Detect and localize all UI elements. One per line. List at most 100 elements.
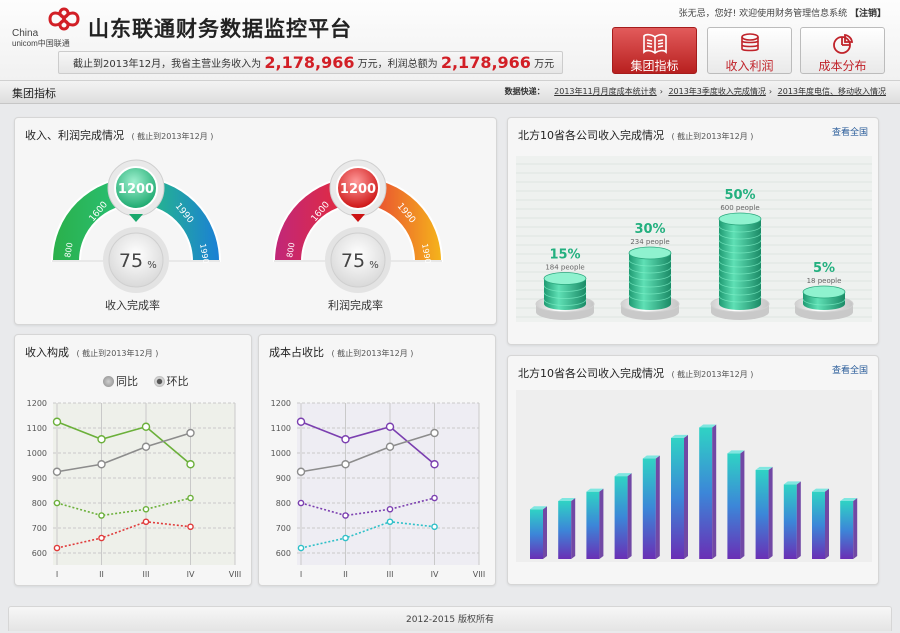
y-tick-label: 700 (276, 524, 291, 533)
quick-link-2[interactable]: 2013年3季度收入完成情况 (668, 87, 765, 96)
cylinder-top (543, 272, 587, 285)
cylinder-top (628, 246, 672, 260)
data-point (52, 467, 62, 476)
data-point (52, 417, 62, 426)
data-point (297, 544, 305, 552)
data-point (186, 460, 195, 469)
data-point (186, 428, 195, 438)
y-tick-label: 700 (32, 524, 47, 533)
gauges-panel: 收入、利润完成情况 ( 截止到2013年12月 ) 1200 75 % 800 … (14, 117, 497, 325)
data-point (342, 512, 349, 519)
data-point (430, 428, 439, 438)
cylinder-top (718, 212, 762, 226)
cylinder-top (802, 285, 846, 299)
bar (783, 484, 797, 559)
data-point (430, 460, 439, 469)
cost-ratio-line-chart: 600700800900100011001200I II III IV VIII (271, 399, 486, 579)
y-tick-label: 900 (276, 474, 291, 483)
cylinder-percent-label: 5% (813, 261, 835, 276)
banner-unit-2: 万元 (534, 59, 555, 70)
logout-link[interactable]: 【注销】 (850, 9, 886, 19)
gauges-graphic: 1200 75 % 800 1600 1990 1990 1200 75 % 8… (50, 159, 444, 293)
data-point (142, 505, 150, 513)
logo-text-cn: unicom中国联通 (12, 39, 70, 48)
x-tick-label: II (99, 570, 104, 579)
china-unicom-logo[interactable]: China unicom中国联通 (10, 6, 90, 48)
nav-button-cost-distribution[interactable]: 成本分布 (800, 27, 885, 74)
y-tick-label: 600 (32, 549, 47, 558)
revenue-gauge-value: 1200 (118, 182, 154, 197)
x-tick-label: III (386, 570, 393, 579)
y-tick-label: 1000 (27, 449, 47, 458)
data-point (431, 494, 438, 502)
revenue-gauge-percent: 75 (119, 250, 143, 272)
data-point (385, 422, 395, 431)
x-tick-label: VIII (473, 570, 486, 579)
book-icon (642, 33, 667, 54)
x-tick-label: II (343, 570, 348, 579)
nav-button-group-indicators[interactable]: 集团指标 (612, 27, 697, 74)
cylinder-people-label: 18 people (807, 277, 842, 285)
data-point (141, 442, 151, 451)
bar (614, 476, 628, 559)
revenue-gauge-label: 收入完成率 (105, 299, 160, 312)
user-greeting: 张无忌，您好! 欢迎使用财务管理信息系统 【注销】 (679, 6, 886, 19)
bar (699, 427, 713, 559)
profit-gauge-value: 1200 (340, 182, 376, 197)
cylinder-percent-label: 15% (549, 248, 580, 263)
data-point (386, 518, 394, 526)
bar (727, 453, 741, 559)
bar-side (853, 498, 858, 559)
bar-side (571, 498, 576, 559)
data-point (341, 435, 350, 444)
bar-side (684, 434, 688, 559)
data-point (53, 544, 61, 552)
data-point (386, 505, 394, 513)
unicom-knot-icon (48, 7, 80, 31)
y-tick-label: 1000 (271, 449, 291, 458)
banner-profit: 2,178,966 (440, 53, 531, 72)
nav-button-revenue-profit[interactable]: 收入利润 (707, 27, 792, 74)
bar-side (740, 450, 745, 559)
data-point (341, 460, 350, 469)
cylinder-chart: 15%184 people 30%234 people 50%600 people 5… (516, 156, 872, 322)
x-tick-label: I (56, 570, 58, 579)
bar (642, 458, 656, 559)
y-tick-label: 1100 (27, 424, 47, 433)
cylinder-bar (719, 219, 761, 310)
data-point (342, 534, 349, 542)
nav-button-label: 成本分布 (818, 59, 867, 73)
quick-link-3[interactable]: 2013年度电信、移动收入情况 (778, 87, 886, 96)
cylinder-bar (629, 253, 671, 310)
bar (755, 469, 769, 559)
x-tick-label: IV (187, 570, 195, 579)
y-tick-label: 1200 (27, 399, 47, 408)
bar (812, 491, 825, 559)
data-point (98, 534, 105, 542)
app-title: 山东联通财务数据监控平台 (88, 17, 352, 41)
bar (671, 437, 684, 559)
x-tick-label: III (142, 570, 149, 579)
x-tick-label: I (300, 570, 302, 579)
cylinder-people-label: 234 people (630, 238, 669, 246)
bar-side (825, 488, 829, 559)
x-tick-label: VIII (229, 570, 242, 579)
subnav-bar: 集团指标 数据快递： 2013年11月月度成本统计表 › 2013年3季度收入完成… (0, 80, 900, 104)
quick-link-1[interactable]: 2013年11月月度成本统计表 (554, 87, 657, 96)
banner-revenue: 2,178,966 (264, 53, 355, 72)
north-bar-chart (516, 390, 872, 562)
x-tick-label: IV (431, 570, 439, 579)
summary-banner: 截止到2013年12月，我省主营业务收入为 2,178,966 万元，利润总额为… (58, 51, 563, 74)
bar-side (627, 473, 632, 559)
cylinder-percent-label: 50% (724, 188, 755, 203)
north-bars-panel: 北方10省各公司收入完成情况 ( 截止到2013年12月 ) 查看全国 (507, 355, 879, 585)
coin-stack-icon (740, 33, 759, 52)
section-title: 集团指标 (12, 87, 56, 100)
y-tick-label: 900 (32, 474, 47, 483)
y-tick-label: 800 (32, 499, 47, 508)
data-point (385, 442, 395, 451)
data-point (98, 512, 105, 519)
bar (558, 501, 572, 559)
quick-links-label: 数据快递： (504, 87, 545, 96)
bar-side (712, 424, 717, 559)
